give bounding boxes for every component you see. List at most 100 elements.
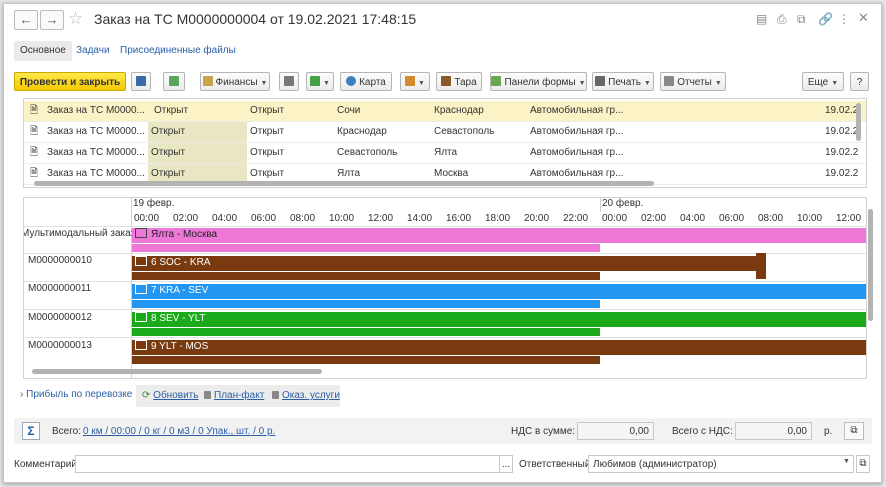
- day-separator: [600, 198, 601, 212]
- hour-tick: 02:00: [173, 213, 199, 224]
- related-docs-icon: [310, 76, 321, 86]
- gantt-progress-bar: [132, 272, 600, 280]
- gantt-bar[interactable]: Ялта - Москва: [132, 228, 866, 243]
- post-button[interactable]: [163, 72, 185, 91]
- refresh-icon: ⟳: [142, 390, 151, 401]
- form-panels-button[interactable]: Панели формы ▼: [490, 72, 587, 91]
- more-menu-button[interactable]: Еще ▼: [802, 72, 844, 91]
- services-label: Оказ. услуги: [282, 390, 340, 401]
- container-button[interactable]: Тара: [436, 72, 482, 91]
- totals-value-link[interactable]: 0 км / 00:00 / 0 кг / 0 м3 / 0 Упак., шт…: [83, 426, 275, 437]
- order-name-cell: Заказ на ТС М0000...: [47, 126, 145, 137]
- close-icon[interactable]: ✕: [858, 10, 869, 26]
- gantt-bar-label: Ялта - Москва: [151, 229, 218, 240]
- gantt-progress-bar: [132, 244, 600, 252]
- gantt-bar[interactable]: 9 YLT - MOS: [132, 340, 866, 355]
- tab-tasks[interactable]: Задачи: [70, 41, 116, 61]
- dropdown-arrow-icon: ▼: [831, 80, 839, 87]
- refresh-button[interactable]: ⟳ Обновить: [142, 390, 198, 401]
- truck-icon: [135, 284, 147, 294]
- day-label: 20 февр.: [602, 198, 644, 209]
- tab-attached-files[interactable]: Присоединенные файлы: [114, 41, 242, 61]
- vertical-scrollbar[interactable]: [856, 103, 861, 141]
- form-panels-icon: [491, 76, 502, 86]
- gantt-row-label: М0000000013: [28, 340, 92, 351]
- dropdown-arrow-icon: ▼: [643, 80, 651, 87]
- dropdown-arrow-icon: ▼: [578, 80, 586, 87]
- related-docs-button[interactable]: ▼: [306, 72, 334, 91]
- services-button[interactable]: Оказ. услуги: [272, 390, 340, 401]
- finance-label: Финансы: [215, 77, 258, 88]
- link-icon[interactable]: 🔗: [818, 12, 833, 26]
- hour-tick: 08:00: [758, 213, 784, 224]
- transport-type-cell: Автомобильная гр...: [530, 147, 624, 158]
- table-row[interactable]: 🗎 Заказ на ТС М0000... Открыт Открыт Сев…: [24, 143, 866, 164]
- dropdown-arrow-icon: ▼: [323, 80, 330, 87]
- tab-main[interactable]: Основное: [14, 41, 72, 61]
- truck-icon: [135, 312, 147, 322]
- reports-menu-button[interactable]: Отчеты ▼: [660, 72, 726, 91]
- favorite-star-icon[interactable]: ☆: [68, 9, 83, 29]
- print-icon[interactable]: ⎙: [777, 12, 787, 27]
- users-button[interactable]: ▼: [400, 72, 430, 91]
- currency-label: р.: [824, 426, 833, 437]
- table-row[interactable]: 🗎 Заказ на ТС М0000... Открыт Открыт Соч…: [24, 101, 866, 122]
- divider: [24, 281, 866, 282]
- order-name-cell: Заказ на ТС М0000...: [47, 147, 145, 158]
- plan-fact-button[interactable]: План-факт: [204, 390, 264, 401]
- from-cell: Краснодар: [337, 126, 387, 137]
- finance-menu-button[interactable]: Финансы ▼: [200, 72, 270, 91]
- hour-tick: 20:00: [524, 213, 550, 224]
- print-menu-button[interactable]: Печать ▼: [592, 72, 654, 91]
- gantt-bar[interactable]: 6 SOC - KRA: [132, 256, 766, 271]
- vat-field: 0,00: [577, 422, 654, 440]
- report-icon: [664, 76, 675, 86]
- truck-icon: [135, 340, 147, 350]
- divider: [24, 337, 866, 338]
- copy-icon[interactable]: ⧉: [797, 12, 806, 27]
- window-title: Заказ на ТС М0000000004 от 19.02.2021 17…: [94, 11, 417, 27]
- map-button[interactable]: Карта: [340, 72, 392, 91]
- horizontal-scrollbar[interactable]: [32, 369, 322, 374]
- post-and-close-button[interactable]: Провести и закрыть: [14, 72, 126, 91]
- hour-tick: 18:00: [485, 213, 511, 224]
- vat-label: НДС в сумме:: [511, 426, 576, 437]
- gantt-chart: 19 февр. 20 февр. 00:00 02:00 04:00 06:0…: [23, 197, 867, 379]
- hour-tick: 12:00: [836, 213, 862, 224]
- gantt-bar[interactable]: 8 SEV - YLT: [132, 312, 866, 327]
- responsible-input[interactable]: Любимов (администратор): [588, 455, 854, 473]
- gantt-bar-label: 9 YLT - MOS: [151, 341, 209, 352]
- table-row[interactable]: 🗎 Заказ на ТС М0000... Открыт Открыт Кра…: [24, 122, 866, 143]
- comment-select-button[interactable]: ...: [499, 455, 513, 473]
- open-responsible-button[interactable]: ⧉: [856, 455, 870, 473]
- open-window-icon: ⧉: [850, 425, 858, 436]
- container-label: Тара: [454, 77, 477, 88]
- hour-tick: 02:00: [641, 213, 667, 224]
- total-vat-label: Всего с НДС:: [672, 426, 733, 437]
- help-button[interactable]: ?: [850, 72, 869, 91]
- from-cell: Сочи: [337, 105, 361, 116]
- dropdown-arrow-icon[interactable]: ▼: [843, 458, 850, 465]
- horizontal-scrollbar[interactable]: [34, 181, 654, 186]
- vertical-scrollbar[interactable]: [868, 209, 873, 321]
- list-button[interactable]: [279, 72, 299, 91]
- back-button[interactable]: ←: [14, 10, 38, 30]
- comment-input[interactable]: [75, 455, 500, 473]
- save-button[interactable]: [131, 72, 151, 91]
- profit-panel-toggle[interactable]: › Прибыль по перевозке: [20, 389, 132, 400]
- divider: [24, 226, 866, 227]
- day-label: 19 февр.: [133, 198, 175, 209]
- save-icon[interactable]: ▤: [756, 12, 767, 26]
- more-icon[interactable]: ⋮: [838, 12, 850, 26]
- globe-icon: [346, 76, 357, 86]
- gantt-bar[interactable]: 7 KRA - SEV: [132, 284, 866, 299]
- sum-button[interactable]: Σ: [22, 422, 40, 440]
- refresh-label: Обновить: [153, 390, 199, 401]
- hour-tick: 10:00: [329, 213, 355, 224]
- forward-button[interactable]: →: [40, 10, 64, 30]
- gantt-bar-label: 7 KRA - SEV: [151, 285, 209, 296]
- map-label: Карта: [359, 77, 386, 88]
- report-icon: [272, 391, 279, 399]
- open-window-button[interactable]: ⧉: [844, 422, 864, 440]
- gantt-milestone[interactable]: [756, 253, 766, 279]
